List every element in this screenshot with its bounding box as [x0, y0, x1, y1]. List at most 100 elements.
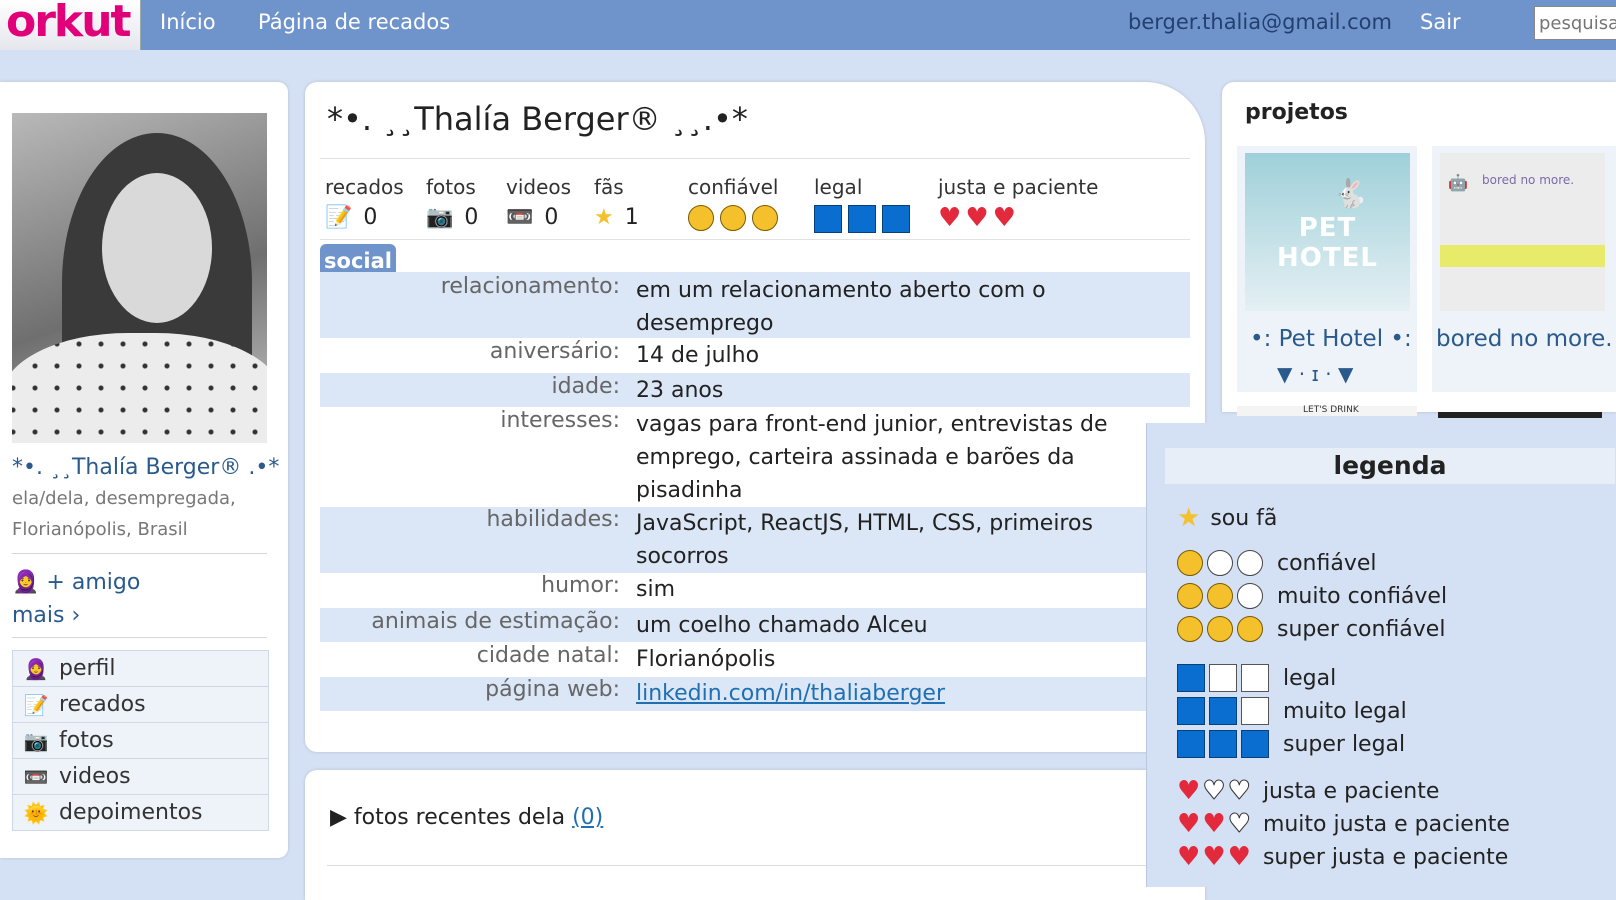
blue-square-icon	[848, 205, 876, 233]
menu-label: depoimentos	[59, 800, 203, 825]
blue-square-icon	[1177, 730, 1205, 758]
search-input[interactable]	[1534, 6, 1616, 40]
top-navigation-bar: orkut Início Página de recados berger.th…	[0, 0, 1616, 50]
logo-text: orkut	[6, 0, 132, 47]
sun-icon: 🌞	[23, 800, 49, 825]
nav-pagina-de-recados[interactable]: Página de recados	[258, 10, 450, 34]
stat-videos[interactable]: videos 📼 0	[506, 175, 571, 230]
stat-confiavel[interactable]: confiável	[688, 175, 782, 231]
project-name[interactable]: bored no more.	[1436, 326, 1613, 352]
smiley-icon	[1207, 616, 1233, 642]
empty-heart-icon: ♥	[1202, 776, 1226, 806]
legend-title: legenda	[1165, 448, 1615, 484]
legend-legal-2: muito legal	[1177, 697, 1407, 725]
info-row-interesses: interesses: vagas para front-end junior,…	[320, 408, 1190, 506]
legend-label: super justa e paciente	[1262, 844, 1509, 870]
linkedin-link[interactable]: linkedin.com/in/thaliaberger	[636, 681, 945, 706]
smiley-icon	[688, 205, 714, 231]
menu-item-recados[interactable]: 📝 recados	[13, 687, 268, 723]
stat-value: 1	[624, 205, 639, 230]
menu-item-perfil[interactable]: 🧕 perfil	[13, 651, 268, 687]
menu-item-depoimentos[interactable]: 🌞 depoimentos	[13, 795, 268, 830]
stat-recados[interactable]: recados 📝 0	[325, 175, 404, 230]
project-item-partial[interactable]	[1438, 412, 1602, 418]
menu-item-fotos[interactable]: 📷 fotos	[13, 723, 268, 759]
stat-fotos[interactable]: fotos 📷 0	[426, 175, 478, 230]
heart-icon: ♥	[1177, 776, 1201, 806]
info-key: cidade natal:	[476, 643, 620, 668]
blue-square-icon	[1177, 664, 1205, 692]
recent-photos-toggle[interactable]: ▶ fotos recentes dela (0)	[330, 805, 603, 830]
divider	[12, 553, 267, 554]
divider	[327, 865, 1187, 866]
stat-label: legal	[814, 175, 863, 199]
legend-justa-1: ♥ ♥ ♥ justa e paciente	[1177, 776, 1440, 806]
orkut-logo[interactable]: orkut	[0, 0, 141, 50]
blue-square-icon	[1177, 697, 1205, 725]
heart-icon: ♥	[1227, 842, 1251, 872]
info-key: humor:	[541, 573, 620, 598]
legend-label: legal	[1283, 665, 1337, 691]
legend-label: muito justa e paciente	[1262, 811, 1510, 837]
heart-icon: ♥	[1177, 809, 1201, 839]
smiley-icon	[1237, 616, 1263, 642]
nav-inicio[interactable]: Início	[160, 10, 216, 34]
legend-confiavel-1: confiável	[1177, 550, 1377, 576]
legend-label: muito confiável	[1277, 583, 1448, 609]
memo-icon: 📝	[23, 692, 49, 717]
blue-square-icon	[1209, 730, 1237, 758]
camera-icon: 📷	[23, 728, 49, 753]
logout-link[interactable]: Sair	[1420, 10, 1461, 34]
menu-item-videos[interactable]: 📼 videos	[13, 759, 268, 795]
project-item-partial[interactable]: LET'S DRINK	[1237, 405, 1417, 416]
legend-confiavel-3: super confiável	[1177, 616, 1445, 642]
info-value: vagas para front-end junior, entrevistas…	[636, 412, 1108, 503]
profile-photo[interactable]	[12, 113, 267, 443]
legend-label: muito legal	[1283, 698, 1407, 724]
profile-name[interactable]: *•. ¸¸Thalía Berger® .•*	[12, 455, 279, 480]
empty-square-icon	[1241, 664, 1269, 692]
stat-value: 0	[464, 205, 479, 230]
star-icon: ★	[1177, 503, 1201, 533]
person-icon: 🧕	[12, 570, 40, 595]
legend-fan: ★ sou fã	[1177, 503, 1277, 533]
add-friend-label: + amigo	[46, 570, 141, 595]
legend-label: super confiável	[1277, 616, 1446, 642]
user-email[interactable]: berger.thalia@gmail.com	[1128, 10, 1392, 34]
stat-label: justa e paciente	[938, 175, 1099, 199]
heart-icon: ♥	[1177, 842, 1201, 872]
photo-body	[12, 333, 267, 443]
stat-label: recados	[325, 175, 404, 199]
menu-label: recados	[59, 692, 146, 717]
stat-fas[interactable]: fãs ★ 1	[594, 175, 639, 230]
project-thumbnail[interactable]: 🤖 bored no more.	[1440, 153, 1605, 311]
add-friend-button[interactable]: 🧕 + amigo	[12, 570, 140, 595]
heart-icon: ♥	[938, 203, 962, 233]
recent-photos-card	[305, 770, 1205, 900]
info-key: habilidades:	[486, 507, 620, 532]
memo-icon: 📝	[325, 205, 353, 230]
legend-confiavel-2: muito confiável	[1177, 583, 1447, 609]
stat-legal[interactable]: legal	[814, 175, 914, 233]
empty-circle-icon	[1237, 583, 1263, 609]
project-thumbnail[interactable]: PET HOTEL 🐇	[1245, 153, 1410, 311]
legend-label: confiável	[1277, 550, 1377, 576]
project-name[interactable]: •: Pet Hotel •:	[1250, 326, 1412, 352]
smiley-icon	[1177, 616, 1203, 642]
info-value: um coelho chamado Alceu	[636, 613, 928, 638]
legend-justa-3: ♥ ♥ ♥ super justa e paciente	[1177, 844, 1508, 870]
legend-label: super legal	[1283, 731, 1406, 757]
info-row-idade: idade: 23 anos	[320, 373, 1190, 407]
menu-label: fotos	[59, 728, 114, 753]
stat-value: 0	[363, 205, 378, 230]
profile-pronouns: ela/dela, desempregada,	[12, 488, 236, 509]
projects-title: projetos	[1245, 100, 1348, 125]
more-link[interactable]: mais ›	[12, 603, 80, 628]
page-title: *•. ¸¸Thalía Berger® ¸¸.•*	[327, 100, 748, 138]
stat-justa-e-paciente[interactable]: justa e paciente ♥ ♥ ♥	[938, 175, 1098, 231]
legend-label: justa e paciente	[1262, 778, 1440, 804]
smiley-icon	[752, 205, 778, 231]
recent-photos-count[interactable]: (0)	[572, 805, 603, 830]
info-row-habilidades: habilidades: JavaScript, ReactJS, HTML, …	[320, 507, 1190, 573]
stat-label: fotos	[426, 175, 476, 199]
